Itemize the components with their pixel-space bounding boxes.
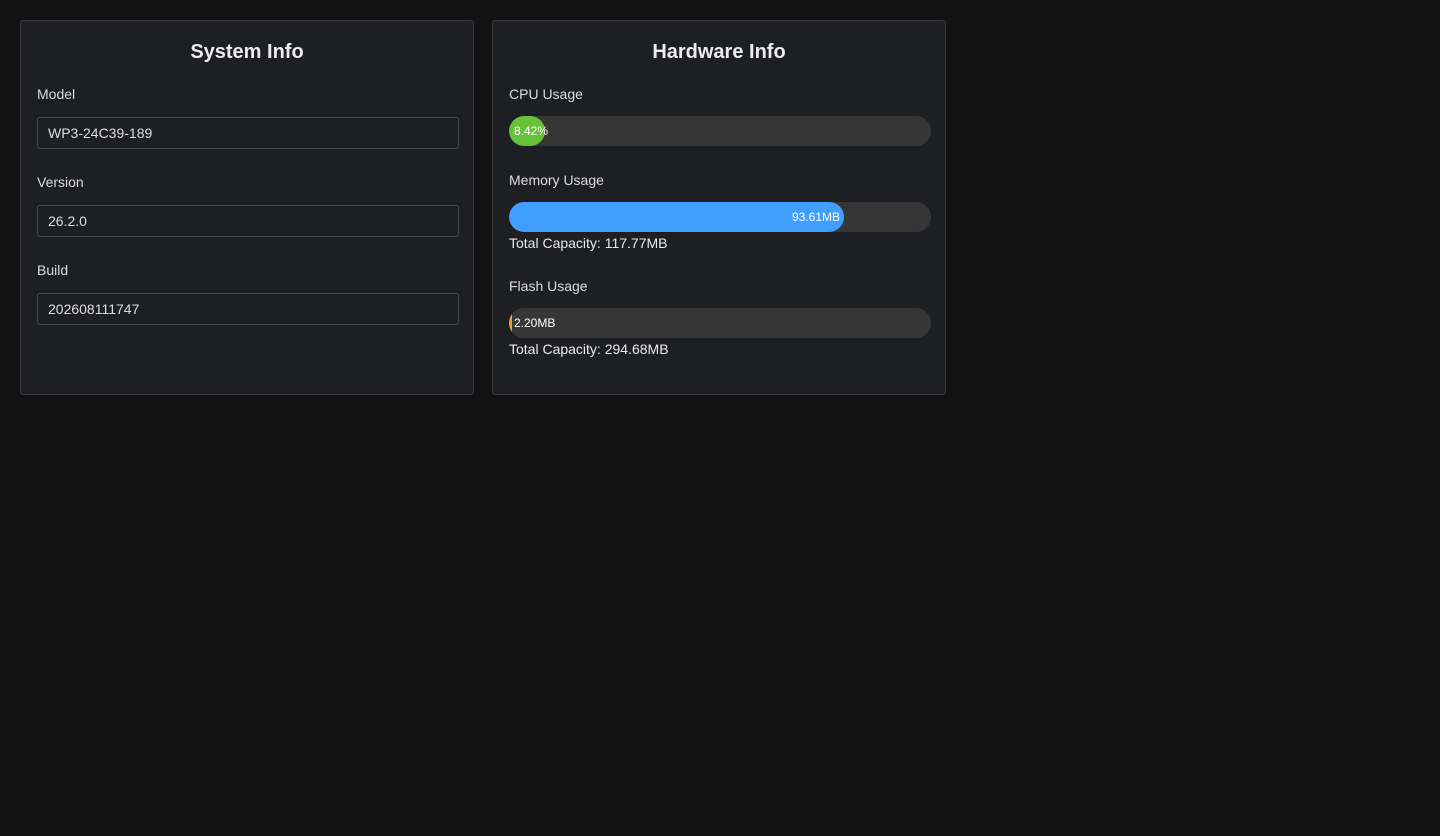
model-input[interactable] <box>37 117 459 149</box>
cpu-usage-label: CPU Usage <box>509 86 583 102</box>
memory-usage-value: 93.61MB <box>791 210 840 224</box>
system-info-panel: System Info Model Version Build <box>20 20 474 395</box>
flash-usage-fill <box>509 308 512 338</box>
flash-usage-group: Flash Usage 2.20MB Total Capacity: 294.6… <box>509 277 931 358</box>
flash-total-capacity: Total Capacity: 294.68MB <box>509 341 669 357</box>
build-label: Build <box>37 262 69 278</box>
cpu-usage-progress: 8.42% <box>509 116 931 146</box>
memory-usage-label: Memory Usage <box>509 172 604 188</box>
cpu-usage-value: 8.42% <box>514 124 549 138</box>
flash-usage-value: 2.20MB <box>514 316 556 330</box>
model-field-group: Model <box>37 85 459 149</box>
build-input[interactable] <box>37 293 459 325</box>
hardware-info-title: Hardware Info <box>652 41 786 63</box>
build-field-group: Build <box>37 261 459 325</box>
cpu-usage-group: CPU Usage 8.42% <box>509 85 931 146</box>
memory-usage-progress: 93.61MB <box>509 202 931 232</box>
flash-usage-progress: 2.20MB <box>509 308 931 338</box>
system-info-title: System Info <box>190 41 304 63</box>
hardware-info-panel: Hardware Info CPU Usage 8.42% Memory Usa… <box>492 20 946 395</box>
model-label: Model <box>37 86 76 102</box>
version-label: Version <box>37 174 84 190</box>
version-input[interactable] <box>37 205 459 237</box>
memory-usage-group: Memory Usage 93.61MB Total Capacity: 117… <box>509 171 931 252</box>
memory-total-capacity: Total Capacity: 117.77MB <box>509 235 668 251</box>
flash-usage-label: Flash Usage <box>509 278 588 294</box>
version-field-group: Version <box>37 173 459 237</box>
